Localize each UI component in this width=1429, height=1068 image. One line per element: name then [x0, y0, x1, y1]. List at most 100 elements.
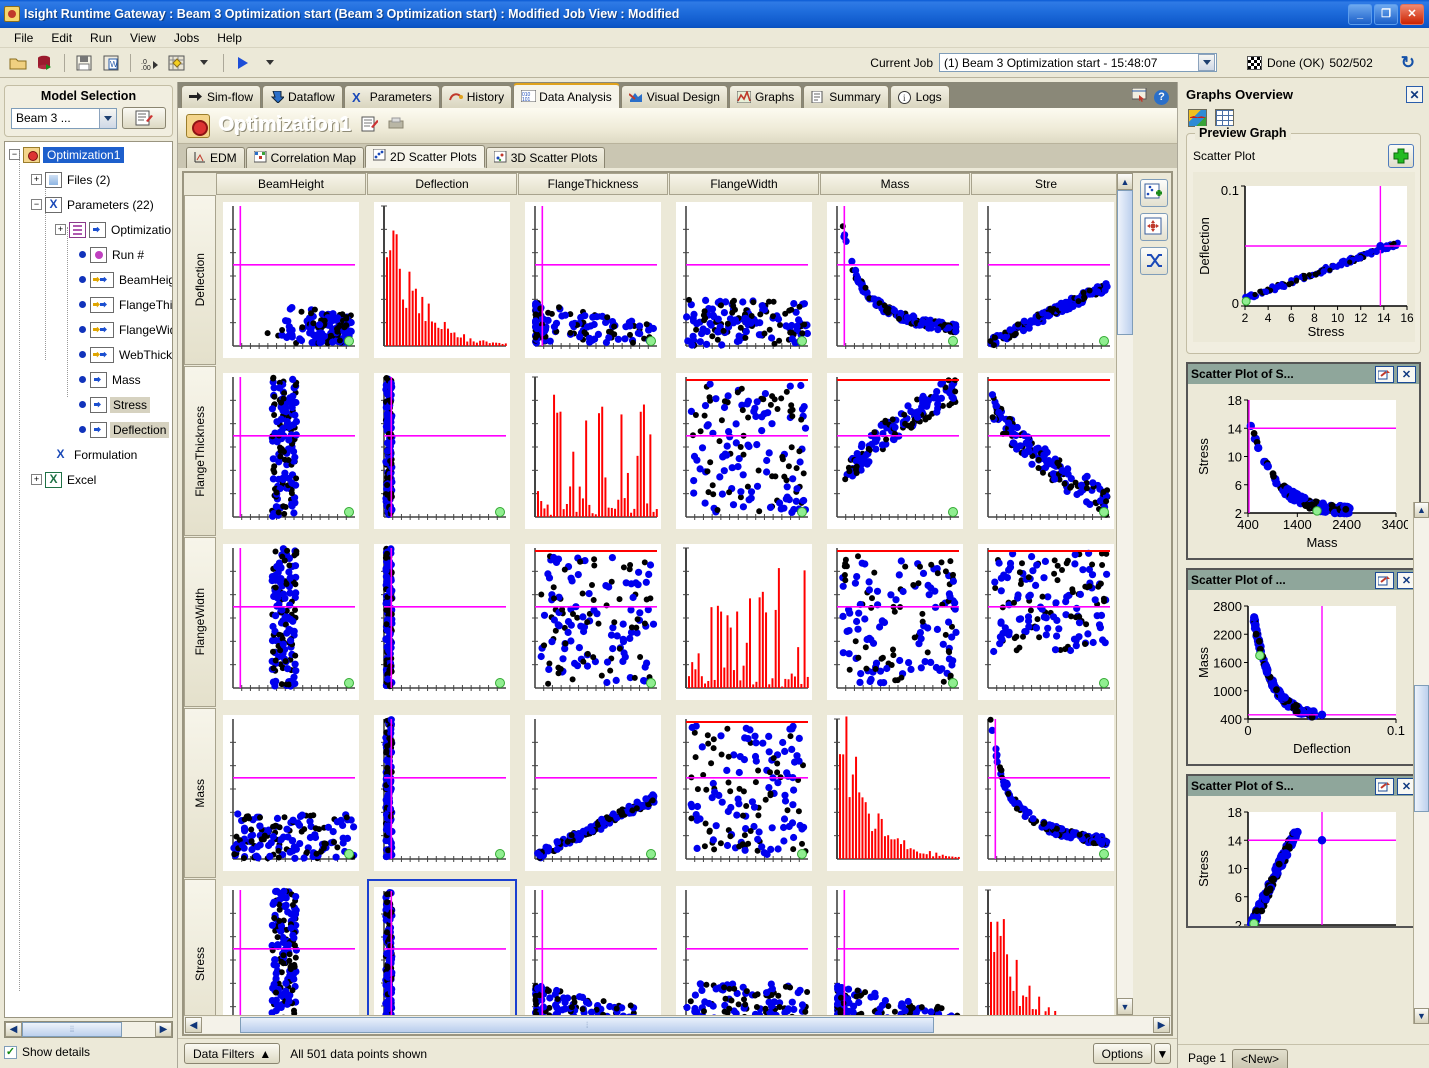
edit-model-button[interactable] — [122, 107, 166, 129]
matrix-cell-flangethickness-mass[interactable] — [820, 366, 970, 536]
tab-data-analysis[interactable]: 010101 Data Analysis — [513, 83, 620, 108]
scroll-left-arrow-icon[interactable]: ◀ — [5, 1022, 22, 1037]
menu-item-run[interactable]: Run — [82, 29, 120, 47]
column-header-stress[interactable]: Stre — [971, 173, 1121, 195]
tab-sim-flow[interactable]: Sim-flow — [181, 85, 261, 108]
matrix-cell-stress-flangewidth[interactable] — [669, 879, 819, 1015]
subtab-2d-scatter-plots[interactable]: 2D Scatter Plots — [365, 145, 485, 168]
options-button[interactable]: Options — [1093, 1043, 1152, 1064]
tree-node-flangethickness[interactable]: FlangeThic — [5, 292, 172, 317]
matrix-cell-deflection-deflection[interactable] — [367, 195, 517, 365]
matrix-cell-mass-stre[interactable] — [971, 708, 1116, 878]
tree-node-deflection[interactable]: Deflection — [5, 417, 172, 442]
matrix-cell-flangethickness-flangewidth[interactable] — [669, 366, 819, 536]
scroll-left-arrow-icon[interactable]: ◀ — [185, 1017, 202, 1033]
subtab-correlation-map[interactable]: Correlation Map — [246, 147, 364, 168]
column-header-beamheight[interactable]: BeamHeight — [216, 173, 366, 195]
tab-graphs[interactable]: Graphs — [729, 85, 802, 108]
row-header-flangethickness[interactable]: FlangeThickness — [184, 366, 216, 536]
matrix-cell-flangewidth-flangewidth[interactable] — [669, 537, 819, 707]
tree-node-beamheight[interactable]: BeamHeigh — [5, 267, 172, 292]
row-header-flangewidth[interactable]: FlangeWidth — [184, 537, 216, 707]
scrollbar-thumb[interactable]: ⦙⦙ — [22, 1022, 122, 1037]
layout-icon[interactable] — [1132, 88, 1149, 106]
scroll-down-arrow-icon[interactable]: ▼ — [1414, 1008, 1429, 1024]
column-header-deflection[interactable]: Deflection — [367, 173, 517, 195]
model-tree[interactable]: − Optimization1 + Files (2) − Parameters… — [4, 141, 173, 1018]
save-icon[interactable] — [72, 51, 96, 75]
tree-node-optimization-params[interactable]: + Optimizatio — [5, 217, 172, 242]
tab-visual-design[interactable]: Visual Design — [621, 85, 728, 108]
chevron-down-icon[interactable] — [1198, 54, 1215, 71]
matrix-cell-stress-mass[interactable] — [820, 879, 970, 1015]
menu-item-help[interactable]: Help — [209, 29, 250, 47]
menu-item-file[interactable]: File — [6, 29, 41, 47]
hscroll-thumb[interactable]: ⦙ — [240, 1017, 934, 1033]
new-page-tab[interactable]: <New> — [1232, 1049, 1288, 1068]
column-header-mass[interactable]: Mass — [820, 173, 970, 195]
shuffle-icon[interactable] — [1140, 247, 1168, 275]
menu-item-jobs[interactable]: Jobs — [166, 29, 207, 47]
open-folder-icon[interactable] — [6, 51, 30, 75]
matrix-cell-flangewidth-stre[interactable] — [971, 537, 1116, 707]
thumbnail-chart-3[interactable]: 26101418Stress — [1190, 798, 1408, 926]
matrix-cell-flangewidth-flangethickness[interactable] — [518, 537, 668, 707]
run-icon[interactable] — [231, 51, 255, 75]
word-export-icon[interactable]: W — [99, 51, 123, 75]
tab-logs[interactable]: i Logs — [890, 85, 950, 108]
matrix-cell-flangethickness-deflection[interactable] — [367, 366, 517, 536]
tab-history[interactable]: History — [441, 85, 512, 108]
row-header-deflection[interactable]: Deflection — [184, 195, 216, 365]
add-plot-icon[interactable] — [1140, 179, 1168, 207]
tab-summary[interactable]: Summary — [803, 85, 888, 108]
minimize-button[interactable]: _ — [1348, 4, 1372, 25]
matrix-horizontal-scrollbar[interactable]: ◀ ⦙ ▶ — [184, 1015, 1171, 1034]
matrix-cell-stress-deflection[interactable] — [367, 879, 517, 1015]
restore-button[interactable]: ❐ — [1374, 4, 1398, 25]
show-details-row[interactable]: ✓ Show details — [4, 1045, 173, 1059]
scroll-right-arrow-icon[interactable]: ▶ — [1153, 1017, 1170, 1033]
restore-icon[interactable] — [1375, 366, 1394, 383]
tree-node-excel[interactable]: + Excel — [5, 467, 172, 492]
matrix-vertical-scrollbar[interactable]: ▲ ▼ — [1116, 173, 1133, 1015]
edit-note-icon[interactable] — [360, 115, 378, 136]
options-dropdown-button[interactable]: ▼ — [1154, 1043, 1171, 1064]
tab-parameters[interactable]: X Parameters — [344, 85, 440, 108]
tree-expander[interactable]: − — [31, 199, 42, 210]
add-graph-button[interactable] — [1388, 144, 1414, 168]
help-icon[interactable]: ? — [1154, 90, 1169, 105]
vscroll-thumb[interactable] — [1117, 190, 1133, 335]
tree-expander[interactable]: + — [31, 174, 42, 185]
thumbnail-close-icon[interactable]: ✕ — [1397, 366, 1416, 383]
matrix-cell-flangewidth-beamheight[interactable] — [216, 537, 366, 707]
tree-expander[interactable]: + — [55, 224, 66, 235]
restore-icon[interactable] — [1375, 572, 1394, 589]
matrix-cell-mass-flangethickness[interactable] — [518, 708, 668, 878]
matrix-cell-deflection-flangewidth[interactable] — [669, 195, 819, 365]
row-header-stress[interactable]: Stress — [184, 879, 216, 1015]
matrix-cell-deflection-flangethickness[interactable] — [518, 195, 668, 365]
right-vscroll-thumb[interactable] — [1414, 685, 1429, 812]
matrix-cell-mass-mass[interactable] — [820, 708, 970, 878]
tree-node-formulation[interactable]: X Formulation — [5, 442, 172, 467]
preview-graph-chart[interactable]: 24681012141600.1DeflectionStress — [1193, 172, 1415, 342]
matrix-cell-deflection-stre[interactable] — [971, 195, 1116, 365]
show-details-checkbox[interactable]: ✓ — [4, 1046, 17, 1059]
tab-dataflow[interactable]: Dataflow — [262, 85, 343, 108]
subtab-edm[interactable]: EDM — [186, 147, 245, 168]
scroll-up-arrow-icon[interactable]: ▲ — [1414, 502, 1429, 518]
graphs-overview-close-icon[interactable]: ✕ — [1406, 86, 1423, 103]
tree-horizontal-scrollbar[interactable]: ◀ ⦙⦙ ▶ — [4, 1021, 173, 1038]
tree-node-parameters[interactable]: − Parameters (22) — [5, 192, 172, 217]
tree-expander[interactable]: + — [31, 474, 42, 485]
model-select[interactable]: Beam 3 ... — [11, 108, 117, 129]
column-header-flangewidth[interactable]: FlangeWidth — [669, 173, 819, 195]
matrix-cell-flangewidth-deflection[interactable] — [367, 537, 517, 707]
scroll-up-arrow-icon[interactable]: ▲ — [1117, 173, 1133, 190]
thumbnail-chart-1[interactable]: 40014002400340026101418StressMass — [1190, 386, 1408, 553]
subtab-3d-scatter-plots[interactable]: 3D Scatter Plots — [486, 147, 606, 168]
dropdown-arrow-icon[interactable] — [192, 51, 216, 75]
table-view-icon[interactable] — [1215, 109, 1234, 127]
matrix-cell-flangewidth-mass[interactable] — [820, 537, 970, 707]
matrix-cell-stress-flangethickness[interactable] — [518, 879, 668, 1015]
